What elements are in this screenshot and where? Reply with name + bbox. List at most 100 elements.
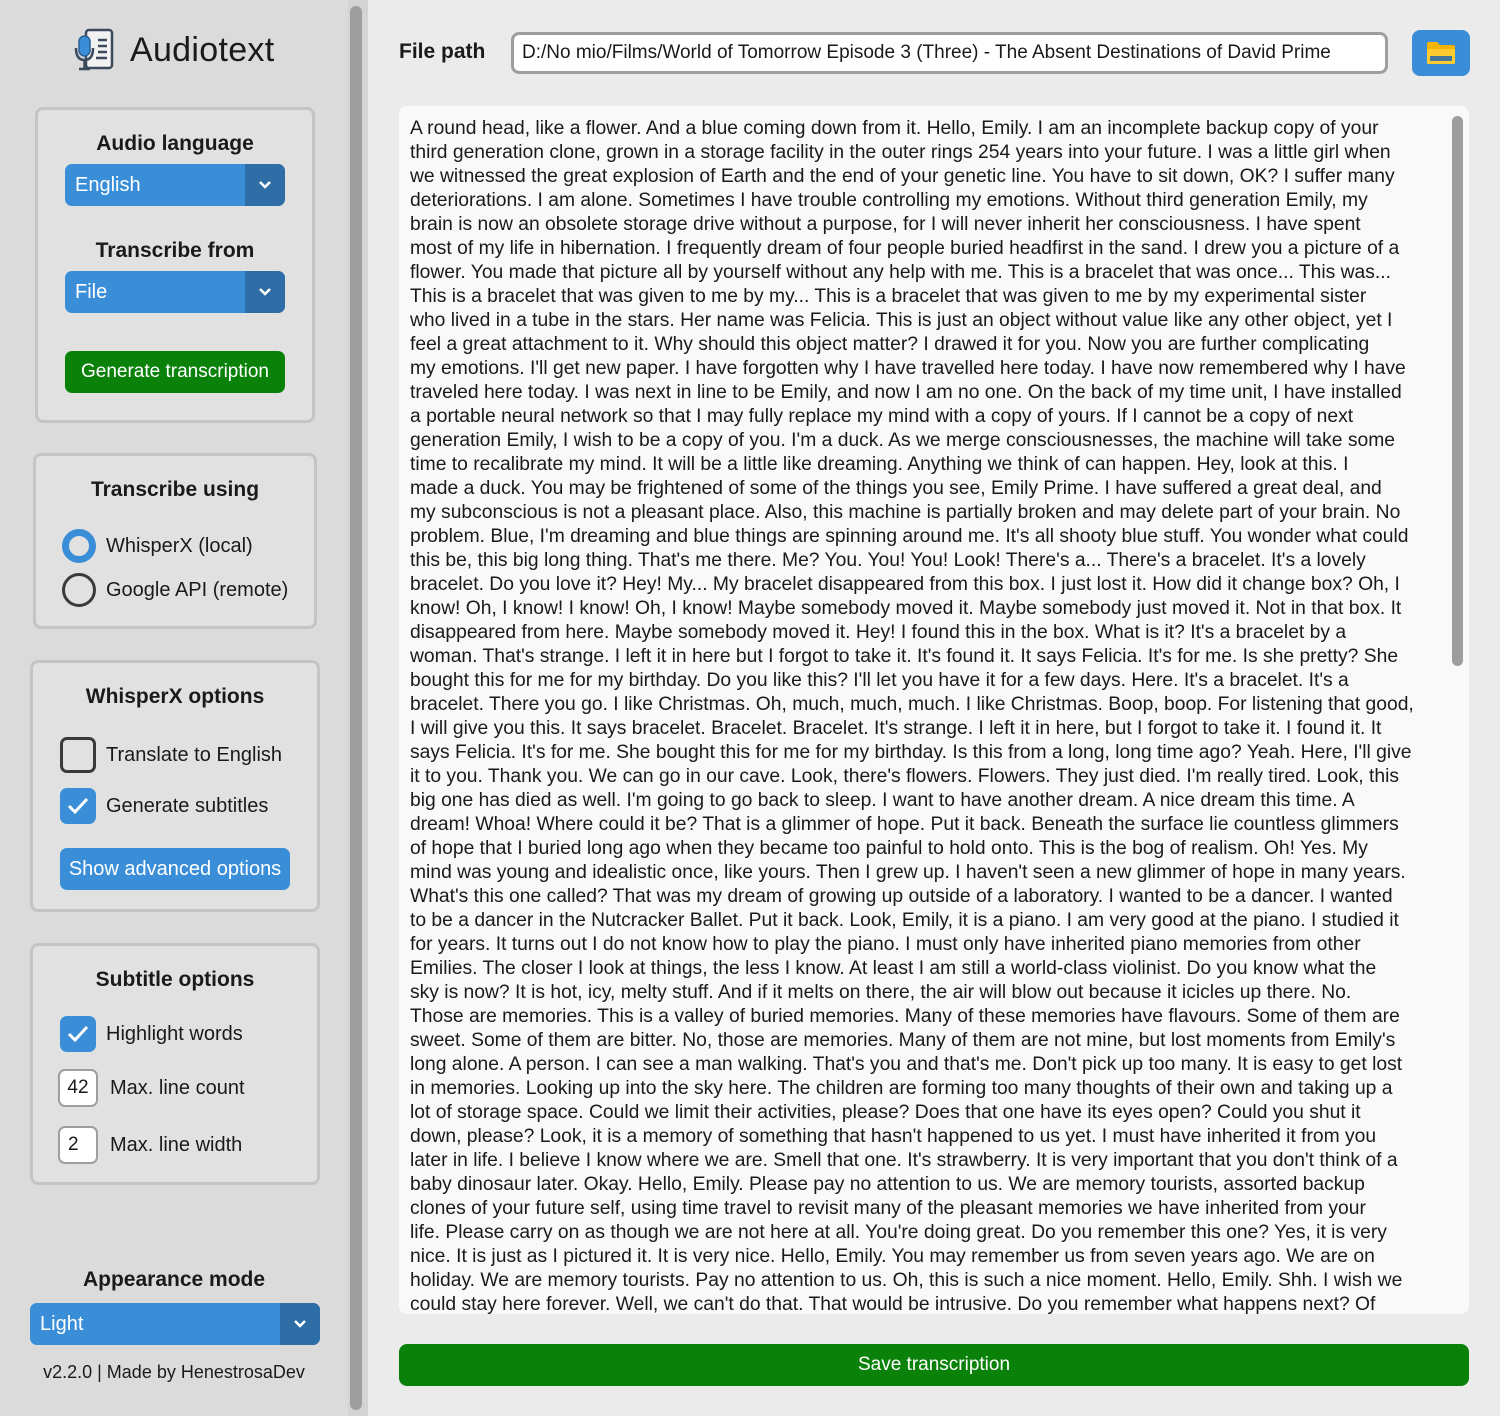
transcription-line: flower. You made that picture all by you… [410, 262, 1391, 283]
sidebar-scrollbar[interactable] [350, 6, 362, 1410]
subtitle-options-title: Subtitle options [95, 968, 255, 991]
transcription-textbox[interactable]: A round head, like a flower. And a blue … [399, 106, 1469, 1314]
transcribe-using-frame: Transcribe using WhisperX (local) Google… [33, 453, 317, 629]
transcription-line: Emilies. The closer I look at things, th… [410, 958, 1377, 979]
max-line-count-input[interactable]: 42 [58, 1069, 98, 1107]
transcription-line: brain is now an obsolete storage drive w… [410, 214, 1361, 235]
transcription-line: mind was young and idealistic once, like… [410, 862, 1406, 883]
transcription-line: This is a bracelet that was given to me … [410, 286, 1367, 307]
whisperx-options-frame: WhisperX options Translate to English Ge… [30, 660, 320, 912]
transcription-line: could stay here forever. Well, we can't … [410, 1294, 1376, 1314]
transcription-line: most of my life in hibernation. I freque… [410, 238, 1400, 259]
transcription-line: sky is now? It is hot, icy, melty stuff.… [410, 982, 1352, 1003]
transcription-line: a portable neural network so that I may … [410, 406, 1354, 427]
radio-button-selected[interactable] [62, 529, 96, 563]
subtitles-checkbox[interactable] [60, 788, 96, 824]
transcribe-from-title: Transcribe from [95, 239, 255, 262]
whisperx-options-title: WhisperX options [85, 685, 265, 708]
chevron-down-icon[interactable] [245, 271, 285, 313]
chevron-down-icon[interactable] [245, 164, 285, 206]
transcription-line: says Felicia. It's for me. She bought th… [410, 742, 1412, 763]
radio-google-api[interactable]: Google API (remote) [62, 573, 288, 607]
version-label: v2.2.0 | Made by HenestrosaDev [43, 1362, 305, 1382]
highlight-words-checkbox[interactable] [60, 1016, 96, 1052]
translate-checkbox[interactable] [60, 737, 96, 773]
transcription-line: sweet. Some of them are bitter. No, thos… [410, 1030, 1396, 1051]
transcription-line: problem. Blue, I'm dreaming and blue thi… [410, 526, 1409, 547]
transcription-line: woman. That's strange. I left it in here… [410, 646, 1399, 667]
transcription-line: disappeared from here. Maybe somebody mo… [410, 622, 1347, 643]
folder-icon [1427, 42, 1455, 64]
app-logo: Audiotext [72, 26, 274, 74]
transcription-line: life. Please carry on as though we are n… [410, 1222, 1387, 1243]
transcription-line: holiday. We are memory tourists. Pay no … [410, 1270, 1403, 1291]
transcription-line: baby dinosaur later. Okay. Hello, Emily.… [410, 1174, 1365, 1195]
audio-settings-frame: Audio language English Transcribe from F… [35, 107, 315, 423]
transcription-line: feel a great attachment to it. Why shoul… [410, 334, 1370, 355]
transcription-line: nice. It is just as I pictured it. It is… [410, 1246, 1375, 1267]
appearance-mode-dropdown[interactable]: Light [30, 1303, 320, 1345]
transcription-line: dream! Whoa! Where could it be? That is … [410, 814, 1399, 835]
audio-language-title: Audio language [96, 132, 254, 155]
transcription-line: it to you. Thank you. We can go in our c… [410, 766, 1400, 787]
max-line-width-label: Max. line width [110, 1133, 243, 1156]
transcription-line: I will give you this. It says bracelet. … [410, 718, 1382, 739]
app-window: Audiotext Audio language English Transcr… [0, 0, 1500, 1416]
transcription-line: who lived in a tube in the stars. Her na… [410, 310, 1393, 331]
transcribe-from-dropdown[interactable]: File [65, 271, 285, 313]
transcription-line: lot of storage space. Could we limit the… [410, 1102, 1361, 1123]
subtitles-label: Generate subtitles [106, 794, 269, 817]
transcription-line: long alone. A person. I can see a man wa… [410, 1054, 1403, 1075]
transcription-line: What's this one called? That was my drea… [410, 886, 1393, 907]
microphone-document-icon [74, 28, 114, 71]
transcription-line: in memories. Looking up into the sky her… [410, 1078, 1393, 1099]
transcription-line: Those are memories. This is a valley of … [410, 1006, 1400, 1027]
max-line-width-input[interactable]: 2 [58, 1126, 98, 1164]
translate-label: Translate to English [106, 743, 283, 766]
transcription-line: generation Emily, I wish to be a copy of… [410, 430, 1395, 451]
transcription-line: later in life. I believe I know where we… [410, 1150, 1398, 1171]
transcription-line: traveled here today. I was next in line … [410, 382, 1402, 403]
transcribe-from-value: File [75, 280, 108, 303]
transcription-line: deteriorations. I am alone. Sometimes I … [410, 190, 1368, 211]
chevron-down-icon[interactable] [280, 1303, 320, 1345]
transcription-line: made a duck. You may be frightened of so… [410, 478, 1382, 499]
audio-language-value: English [75, 173, 141, 196]
max-line-width-row: 2 Max. line width [58, 1126, 242, 1164]
file-path-input[interactable]: D:/No mio/Films/World of Tomorrow Episod… [511, 32, 1388, 74]
subtitle-options-frame: Subtitle options Highlight words 42 Max.… [30, 943, 320, 1185]
generate-transcription-button[interactable]: Generate transcription [65, 351, 285, 393]
transcription-line: for years. It turns out I do not know ho… [410, 934, 1361, 955]
subtitles-checkbox-row[interactable]: Generate subtitles [60, 788, 268, 824]
transcription-line: big one has died as well. I'm going to g… [410, 790, 1355, 811]
save-transcription-button[interactable]: Save transcription [399, 1344, 1469, 1386]
transcription-line: my emotions. I'll get new paper. I have … [410, 358, 1406, 379]
show-advanced-options-button[interactable]: Show advanced options [60, 848, 290, 890]
audio-language-dropdown[interactable]: English [65, 164, 285, 206]
radio-whisperx[interactable]: WhisperX (local) [62, 529, 253, 563]
radio-google-api-label: Google API (remote) [106, 578, 289, 601]
transcription-scrollbar[interactable] [1452, 116, 1463, 666]
transcription-line: bought this for me for my birthday. Do y… [410, 670, 1349, 691]
radio-button-unselected[interactable] [62, 573, 96, 607]
highlight-words-row[interactable]: Highlight words [60, 1016, 243, 1052]
appearance-mode-value: Light [40, 1312, 84, 1335]
transcription-line: my subconscious is not a pleasant place.… [410, 502, 1401, 523]
transcribe-using-title: Transcribe using [90, 478, 260, 501]
transcription-line: bracelet. Do you love it? Hey! My... My … [410, 574, 1400, 595]
transcription-line: down, please? Look, it is a memory of so… [410, 1126, 1377, 1147]
app-title: Audiotext [130, 30, 275, 69]
transcription-line: to be a dancer in the Nutcracker Ballet.… [410, 910, 1399, 931]
transcription-line: of hope that I buried long ago when they… [410, 838, 1368, 859]
radio-whisperx-label: WhisperX (local) [106, 534, 253, 557]
max-line-count-label: Max. line count [110, 1076, 245, 1099]
transcription-text: A round head, like a flower. And a blue … [410, 117, 1450, 1314]
translate-checkbox-row[interactable]: Translate to English [60, 737, 282, 773]
transcription-line: this be, this big long thing. That's me … [410, 550, 1366, 571]
highlight-words-label: Highlight words [106, 1022, 243, 1045]
transcription-line: clones of your future self, using time t… [410, 1198, 1366, 1219]
browse-folder-button[interactable] [1412, 30, 1470, 76]
transcription-line: A round head, like a flower. And a blue … [410, 118, 1379, 139]
transcription-line: bracelet. There you go. I like Christmas… [410, 694, 1414, 715]
sidebar: Audiotext Audio language English Transcr… [0, 0, 348, 1416]
